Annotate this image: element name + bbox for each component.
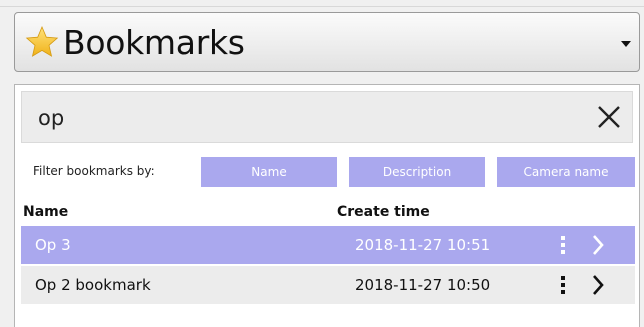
filter-name-button[interactable]: Name: [201, 157, 337, 187]
table-row[interactable]: Op 3 2018-11-27 10:51: [21, 226, 635, 264]
star-icon: [25, 25, 59, 57]
column-header-name[interactable]: Name: [23, 204, 68, 220]
column-header-create-time[interactable]: Create time: [337, 204, 430, 220]
filter-label: Filter bookmarks by:: [33, 164, 155, 178]
search-box: [21, 91, 633, 143]
chevron-down-icon[interactable]: [621, 41, 631, 47]
search-input[interactable]: [36, 102, 560, 134]
chevron-right-icon[interactable]: [591, 234, 605, 256]
bookmark-name: Op 2 bookmark: [35, 276, 151, 294]
bookmark-name: Op 3: [35, 236, 71, 254]
bookmarks-dropdown[interactable]: Bookmarks: [14, 12, 640, 72]
top-divider: [0, 6, 644, 7]
header-title: Bookmarks: [63, 22, 245, 62]
more-vertical-icon[interactable]: [559, 275, 567, 295]
filter-camera-name-button[interactable]: Camera name: [497, 157, 635, 187]
bookmark-create-time: 2018-11-27 10:50: [355, 276, 491, 294]
chevron-right-icon[interactable]: [591, 274, 605, 296]
filter-description-button[interactable]: Description: [349, 157, 485, 187]
more-vertical-icon[interactable]: [559, 235, 567, 255]
bookmarks-panel: Filter bookmarks by: Name Description Ca…: [14, 84, 640, 327]
table-row[interactable]: Op 2 bookmark 2018-11-27 10:50: [21, 266, 635, 304]
bookmark-create-time: 2018-11-27 10:51: [355, 236, 491, 254]
close-icon[interactable]: [592, 100, 626, 134]
filter-row: Filter bookmarks by: Name Description Ca…: [15, 157, 641, 187]
